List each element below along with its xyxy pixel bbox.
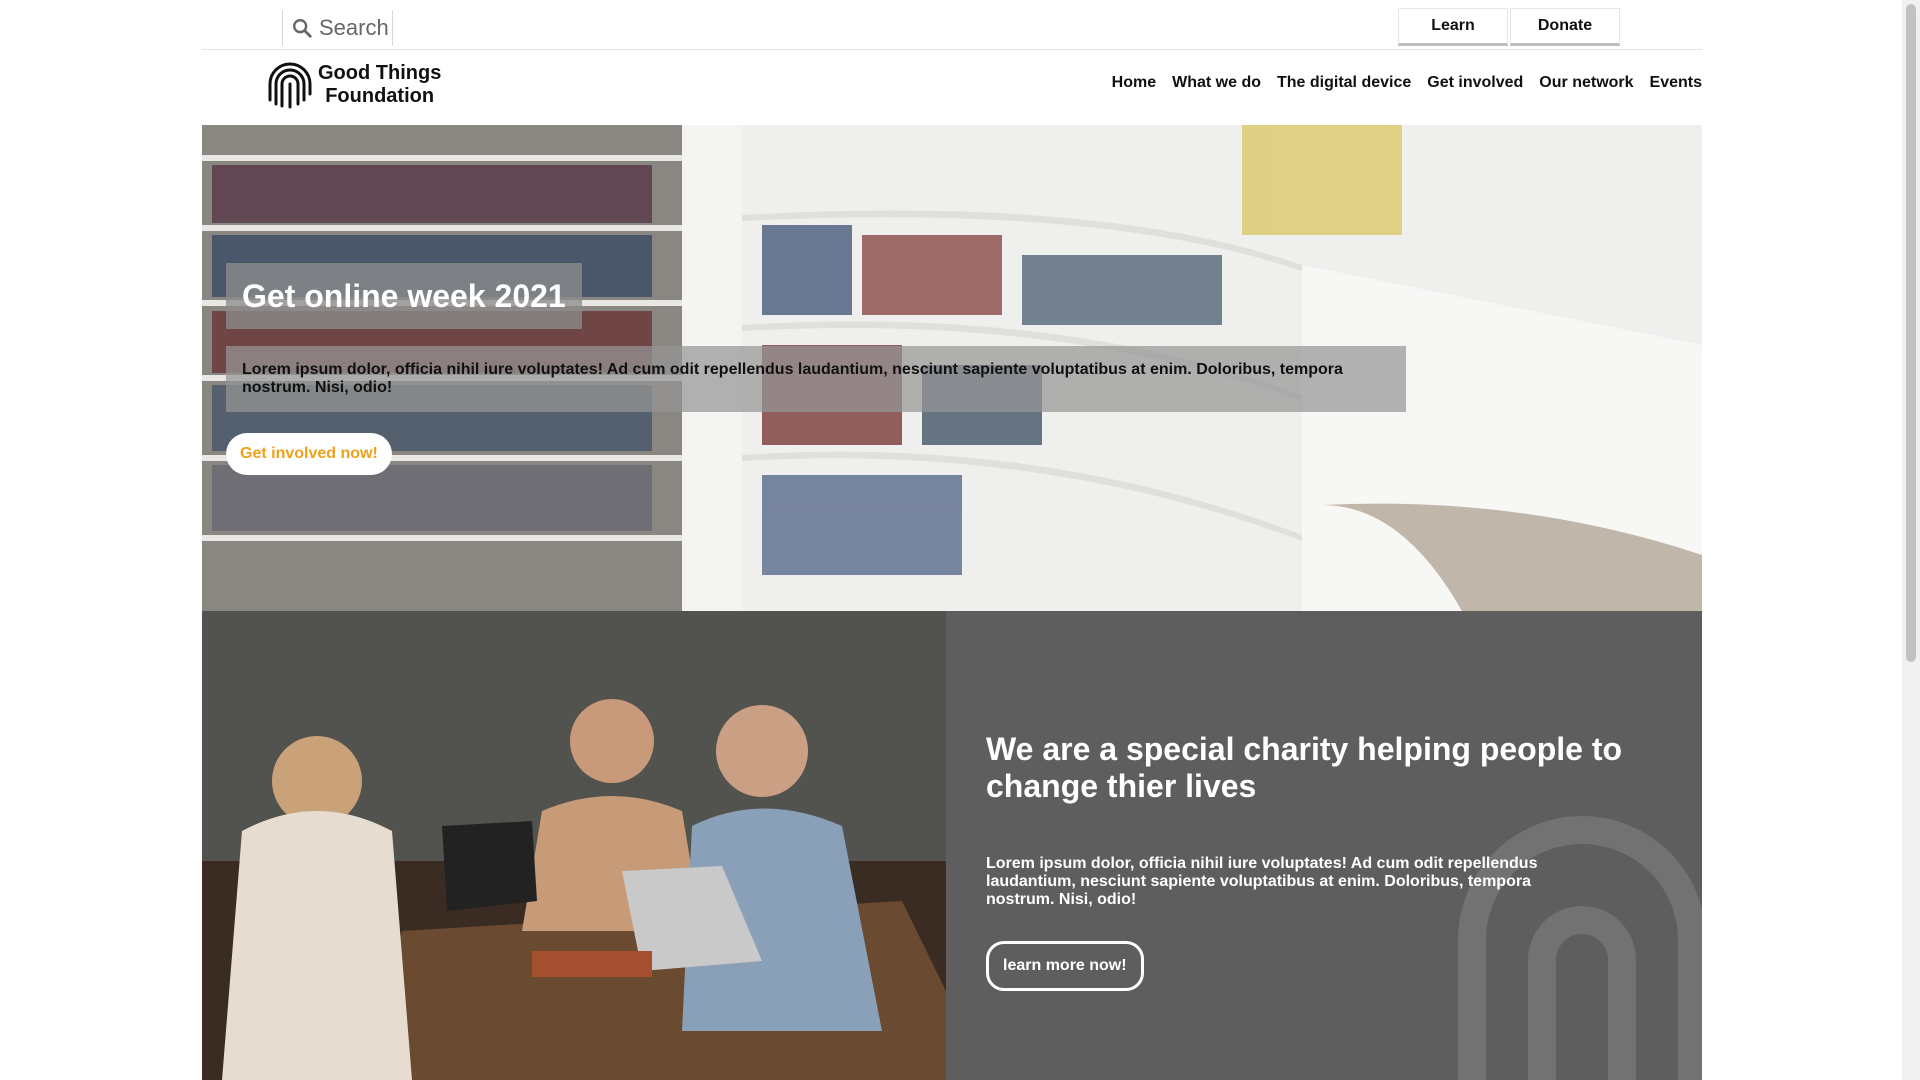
about-panel: We are a special charity helping people … xyxy=(946,611,1702,1080)
hero-title: Get online week 2021 xyxy=(226,263,582,329)
nav-item-the-digital-device[interactable]: The digital device xyxy=(1277,74,1411,92)
hero-banner: Get online week 2021 Lorem ipsum dolor, … xyxy=(202,125,1702,611)
nav-item-what-we-do[interactable]: What we do xyxy=(1172,74,1261,92)
main-nav: Home What we do The digital device Get i… xyxy=(1112,74,1702,92)
learn-button[interactable]: Learn xyxy=(1398,8,1508,46)
about-title: We are a special charity helping people … xyxy=(986,731,1623,804)
scrollbar[interactable] xyxy=(1902,0,1920,1080)
top-bar: Search Learn Donate xyxy=(202,0,1702,50)
nav-item-our-network[interactable]: Our network xyxy=(1539,74,1633,92)
logo-text: Good Things Foundation xyxy=(318,62,441,108)
nav-item-home[interactable]: Home xyxy=(1112,74,1156,92)
people-photo-illustration xyxy=(202,611,946,1080)
learn-more-button[interactable]: learn more now! xyxy=(986,941,1144,991)
search-input[interactable]: Search xyxy=(319,15,389,41)
search-icon xyxy=(293,19,312,38)
scrollbar-thumb[interactable] xyxy=(1906,4,1916,662)
brand-line-2: Foundation xyxy=(325,85,435,107)
get-involved-button[interactable]: Get involved now! xyxy=(226,433,392,475)
people-laptop-photo xyxy=(202,611,946,1080)
hero-text: Lorem ipsum dolor, officia nihil iure vo… xyxy=(226,346,1406,412)
brand-line-1: Good Things xyxy=(318,62,442,84)
fingerprint-icon xyxy=(268,62,312,109)
navbar: Good Things Foundation Home What we do T… xyxy=(202,50,1702,124)
fingerprint-watermark-icon xyxy=(1458,816,1702,1080)
nav-item-get-involved[interactable]: Get involved xyxy=(1427,74,1523,92)
page: Search Learn Donate Good Things Foundati… xyxy=(0,0,1920,1080)
search-box[interactable]: Search xyxy=(282,10,393,46)
nav-item-events[interactable]: Events xyxy=(1650,74,1702,92)
donate-button[interactable]: Donate xyxy=(1510,8,1620,46)
logo[interactable]: Good Things Foundation xyxy=(264,60,441,110)
about-text: Lorem ipsum dolor, officia nihil iure vo… xyxy=(986,855,1538,908)
